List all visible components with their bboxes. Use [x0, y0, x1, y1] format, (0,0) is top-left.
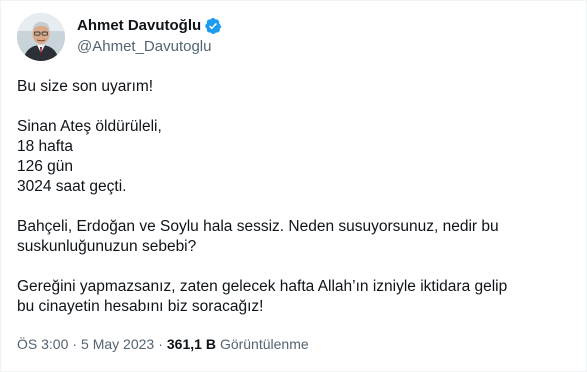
tweet-paragraph: Gereğini yapmazsanız, zaten gelecek haft…	[17, 277, 572, 317]
views-count: 361,1 B	[166, 336, 216, 352]
avatar-portrait-icon	[17, 13, 65, 61]
tweet-line: bu cinayetin hesabını biz soracağız!	[17, 298, 264, 315]
tweet-line: 126 gün	[17, 158, 74, 175]
meta-separator: ·	[158, 336, 163, 352]
tweet-text: Bu size son uyarım! Sinan Ateş öldürülel…	[17, 77, 572, 317]
tweet-paragraph: Bu size son uyarım!	[17, 77, 572, 97]
tweet-date[interactable]: 5 May 2023	[81, 336, 154, 352]
tweet-line: Sinan Ateş öldürüleli,	[17, 118, 162, 135]
tweet-paragraph: Bahçeli, Erdoğan ve Soylu hala sessiz. N…	[17, 217, 572, 257]
tweet-metadata: ÖS 3:00 · 5 May 2023 · 361,1 B Görüntülenme	[17, 335, 309, 353]
author-avatar[interactable]	[17, 13, 65, 61]
tweet-line: Bu size son uyarım!	[17, 78, 154, 95]
tweet-line: Bahçeli, Erdoğan ve Soylu hala sessiz. N…	[17, 218, 499, 235]
tweet-line: suskunluğunuzun sebebi?	[17, 238, 197, 255]
views-label: Görüntülenme	[219, 336, 309, 352]
tweet-paragraph: Sinan Ateş öldürüleli, 18 hafta 126 gün …	[17, 117, 572, 197]
tweet-header: Ahmet Davutoğlu @Ahmet_Davutoglu	[17, 13, 222, 61]
verified-badge-icon[interactable]	[204, 17, 222, 35]
author-display-name[interactable]: Ahmet Davutoğlu	[77, 16, 201, 36]
meta-separator: ·	[72, 336, 78, 352]
tweet-time[interactable]: ÖS 3:00	[17, 336, 68, 352]
author-names: Ahmet Davutoğlu @Ahmet_Davutoglu	[77, 16, 222, 57]
tweet-card: Ahmet Davutoğlu @Ahmet_Davutoglu Bu size…	[0, 0, 587, 372]
tweet-line: Gereğini yapmazsanız, zaten gelecek haft…	[17, 278, 508, 295]
author-handle[interactable]: @Ahmet_Davutoglu	[77, 37, 222, 57]
tweet-line: 3024 saat geçti.	[17, 178, 127, 195]
name-row: Ahmet Davutoğlu	[77, 16, 222, 36]
tweet-line: 18 hafta	[17, 138, 74, 155]
